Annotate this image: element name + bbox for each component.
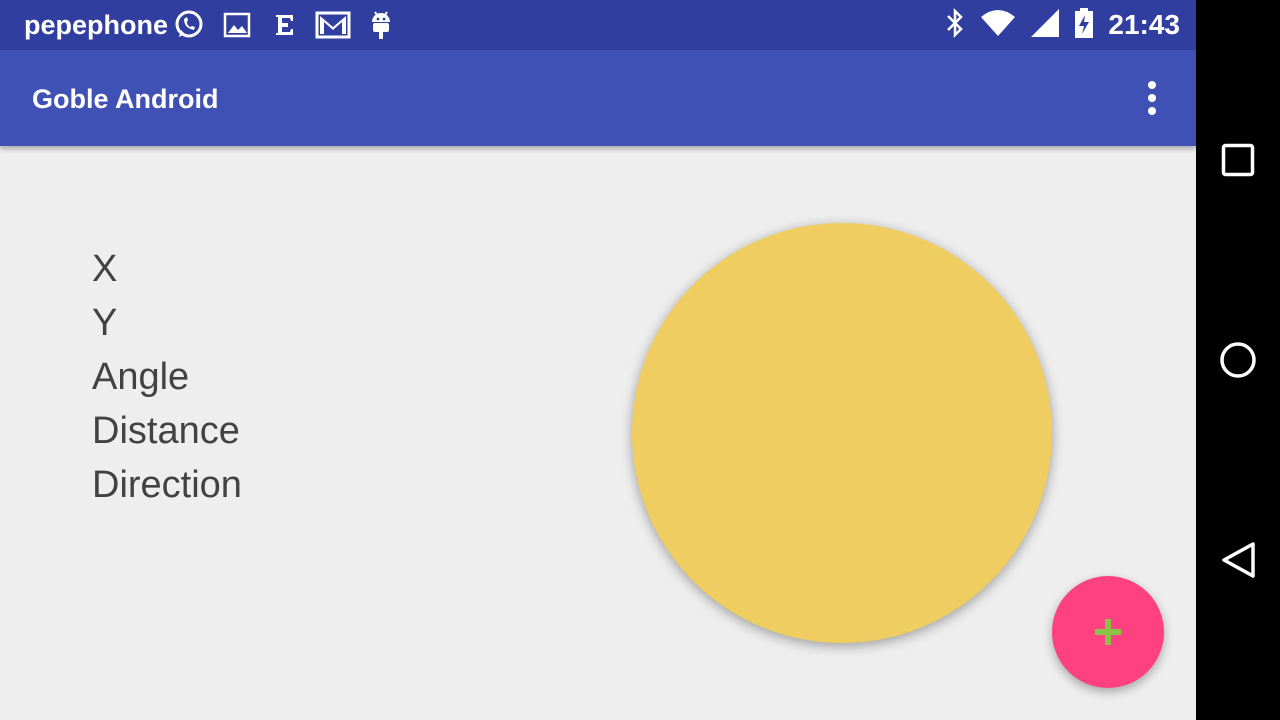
carrier-name: pepephone — [24, 10, 169, 40]
e-icon — [270, 9, 300, 41]
joystick-pad[interactable] — [632, 223, 1052, 643]
app-bar: Goble Android — [0, 50, 1196, 146]
navigation-bar — [1196, 0, 1280, 720]
recents-icon — [1221, 143, 1255, 177]
home-button[interactable] — [1210, 332, 1266, 388]
overflow-menu-button[interactable] — [1130, 72, 1174, 124]
info-x-label: X — [92, 248, 118, 290]
status-clock: 21:43 — [1108, 9, 1180, 40]
info-distance-label: Distance — [92, 410, 240, 452]
add-fab-button[interactable] — [1052, 576, 1164, 688]
gmail-icon — [314, 9, 352, 41]
system-status-icons: 21:43 — [944, 0, 1180, 50]
joystick-info-list: X Y Angle Distance Direction — [92, 242, 242, 512]
bluetooth-icon — [944, 7, 966, 44]
app-title: Goble Android — [32, 84, 219, 114]
image-icon — [222, 9, 252, 41]
whatsapp-icon — [172, 9, 206, 41]
battery-charging-icon — [1074, 7, 1094, 44]
back-icon — [1222, 542, 1255, 578]
more-vert-icon — [1148, 81, 1156, 115]
info-angle-label: Angle — [92, 356, 190, 398]
app-screen: pepephone 21:43 Goble Android X Y Angle … — [0, 0, 1196, 720]
status-bar: pepephone 21:43 — [0, 0, 1196, 50]
plus-icon — [1095, 619, 1121, 645]
back-button[interactable] — [1210, 532, 1266, 588]
recents-button[interactable] — [1210, 132, 1266, 188]
wifi-icon — [980, 9, 1016, 42]
android-icon — [366, 9, 396, 41]
info-direction-label: Direction — [92, 464, 242, 506]
home-icon — [1220, 342, 1256, 378]
cell-signal-icon — [1030, 8, 1060, 43]
info-y-label: Y — [92, 302, 118, 344]
